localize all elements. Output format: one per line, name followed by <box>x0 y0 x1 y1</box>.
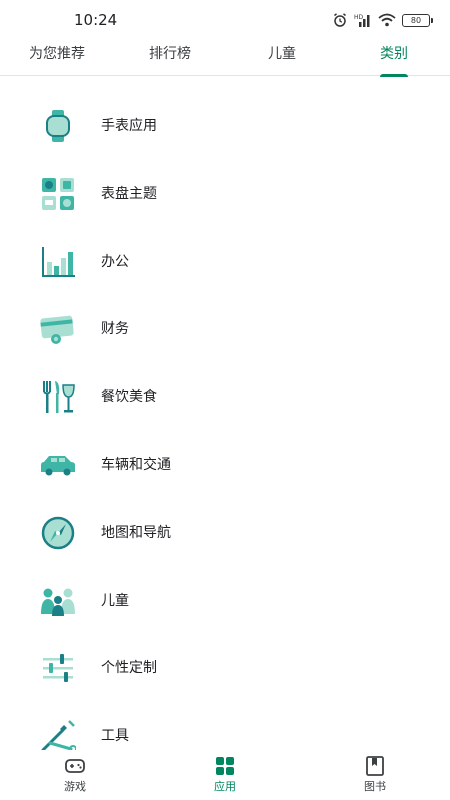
bottom-nav: 游戏 应用 图书 <box>0 750 450 800</box>
tab-recommended[interactable]: 为您推荐 <box>12 38 102 76</box>
signal-icon: HD <box>354 13 372 27</box>
watch-icon <box>40 109 76 143</box>
compass-icon <box>40 516 76 550</box>
category-label: 办公 <box>101 253 129 270</box>
tab-top-charts[interactable]: 排行榜 <box>125 38 215 76</box>
nav-label: 应用 <box>214 780 236 793</box>
category-item-auto-transport[interactable]: 车辆和交通 <box>0 431 450 499</box>
apps-grid-icon <box>216 757 234 775</box>
category-label: 工具 <box>101 728 129 745</box>
nav-games[interactable]: 游戏 <box>35 756 115 794</box>
category-item-finance[interactable]: 财务 <box>0 295 450 363</box>
category-label: 手表应用 <box>101 118 157 134</box>
car-icon <box>40 448 76 482</box>
nav-label: 游戏 <box>64 780 86 793</box>
category-label: 个性定制 <box>101 660 157 677</box>
status-icons: HD 80 <box>332 12 433 28</box>
category-item-maps-navigation[interactable]: 地图和导航 <box>0 499 450 567</box>
category-label: 餐饮美食 <box>101 389 157 406</box>
cutlery-wine-icon <box>40 380 76 414</box>
sliders-icon <box>40 651 76 685</box>
category-label: 表盘主题 <box>101 185 157 202</box>
nav-label: 图书 <box>364 780 386 793</box>
svg-text:HD: HD <box>354 14 364 21</box>
battery-icon: 80 <box>402 13 433 27</box>
nav-apps[interactable]: 应用 <box>185 756 265 794</box>
category-list: 手表应用 表盘主题 办公 财务 餐饮美食 车辆和交通 地图和导航 儿童 个性定制… <box>0 92 450 770</box>
tab-kids[interactable]: 儿童 <box>237 38 327 76</box>
status-time: 10:24 <box>74 11 118 29</box>
category-item-food-drink[interactable]: 餐饮美食 <box>0 363 450 431</box>
category-label: 财务 <box>101 321 129 338</box>
gamepad-icon <box>65 759 85 773</box>
category-item-watch-apps[interactable]: 手表应用 <box>0 92 450 160</box>
category-item-watch-faces[interactable]: 表盘主题 <box>0 160 450 228</box>
wifi-icon <box>378 13 396 27</box>
tab-label: 儿童 <box>268 46 296 62</box>
tab-label: 为您推荐 <box>29 46 85 62</box>
category-label: 车辆和交通 <box>101 456 171 473</box>
watch-face-icon <box>40 177 76 211</box>
tools-icon <box>40 719 76 754</box>
chart-icon <box>40 245 76 279</box>
family-icon <box>40 584 76 618</box>
finance-card-icon <box>40 312 76 346</box>
alarm-icon <box>332 12 348 28</box>
category-label: 儿童 <box>101 592 129 609</box>
top-tabs: 为您推荐 排行榜 儿童 类别 <box>0 38 450 77</box>
nav-books[interactable]: 图书 <box>335 756 415 794</box>
category-item-personalization[interactable]: 个性定制 <box>0 634 450 702</box>
category-item-kids[interactable]: 儿童 <box>0 567 450 635</box>
tab-label: 类别 <box>380 46 408 62</box>
category-item-office[interactable]: 办公 <box>0 228 450 296</box>
battery-level: 80 <box>410 15 422 25</box>
tab-categories[interactable]: 类别 <box>349 38 439 77</box>
book-icon <box>366 756 384 776</box>
active-tab-indicator <box>380 74 408 77</box>
status-bar: 10:24 HD 80 <box>0 0 450 38</box>
category-label: 地图和导航 <box>101 524 171 541</box>
tab-label: 排行榜 <box>149 46 191 62</box>
